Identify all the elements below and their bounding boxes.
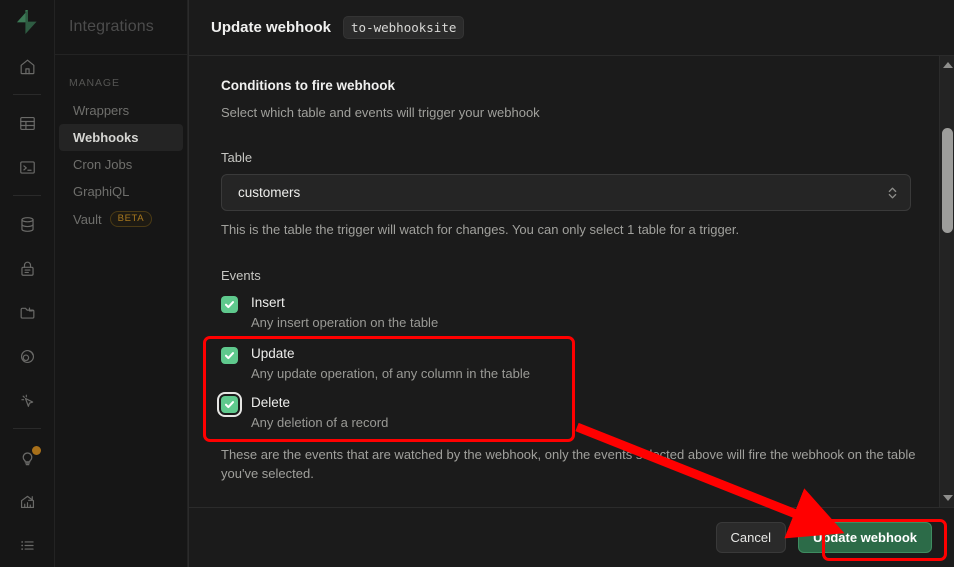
rail-divider — [13, 195, 41, 196]
sidebar-item-label: GraphiQL — [73, 184, 130, 199]
event-description: Any deletion of a record — [251, 414, 389, 430]
event-description: Any update operation, of any column in t… — [251, 365, 530, 381]
triangle-down-icon — [942, 495, 953, 501]
event-description: Any insert operation on the table — [251, 314, 439, 330]
realtime-icon[interactable] — [0, 378, 55, 422]
section-title: Conditions to fire webhook — [221, 78, 395, 93]
sidebar-item-graphiql[interactable]: GraphiQL — [59, 178, 183, 205]
storage-icon[interactable] — [0, 290, 55, 334]
sidebar-item-label: Cron Jobs — [73, 157, 133, 172]
insert-checkbox[interactable] — [221, 295, 238, 313]
secondary-sidebar: Integrations MANAGE Wrappers Webhooks Cr… — [55, 0, 188, 567]
beta-badge: BETA — [109, 211, 153, 227]
sidebar-item-webhooks[interactable]: Webhooks — [59, 124, 183, 151]
table-editor-icon[interactable] — [0, 101, 55, 145]
dialog-footer: Cancel Update webhook — [189, 507, 954, 567]
update-webhook-dialog: Update webhook to-webhooksite Conditions… — [188, 0, 954, 567]
event-row-insert: Insert Any insert operation on the table — [221, 294, 930, 330]
section-subtitle: Select which table and events will trigg… — [221, 105, 540, 120]
event-name: Delete — [251, 394, 291, 410]
dialog-body: Conditions to fire webhook Select which … — [189, 56, 954, 507]
advisors-badge-dot — [31, 446, 41, 455]
page-title: Update webhook — [211, 19, 332, 36]
primary-nav-rail — [0, 0, 55, 567]
sidebar-item-label: Vault — [73, 211, 102, 227]
rail-icon-list — [0, 44, 54, 567]
events-field-label: Events — [221, 267, 261, 283]
home-icon[interactable] — [0, 44, 55, 88]
cancel-button[interactable]: Cancel — [715, 522, 786, 553]
table-field-label: Table — [221, 150, 253, 165]
sidebar-item-vault[interactable]: Vault BETA — [59, 205, 183, 233]
table-select-value: customers — [238, 185, 301, 200]
rail-divider — [13, 428, 41, 429]
sidebar-item-cron-jobs[interactable]: Cron Jobs — [59, 151, 183, 178]
scrollbar-thumb[interactable] — [942, 128, 953, 233]
update-webhook-button[interactable]: Update webhook — [797, 522, 932, 553]
sidebar-item-wrappers[interactable]: Wrappers — [59, 97, 183, 124]
edge-functions-icon[interactable] — [0, 334, 55, 378]
dialog-header: Update webhook to-webhooksite — [189, 0, 954, 56]
update-checkbox[interactable] — [221, 346, 238, 364]
reports-icon[interactable] — [0, 479, 55, 523]
event-name: Update — [251, 345, 295, 361]
dialog-scrollbar[interactable] — [939, 56, 954, 507]
rail-divider — [13, 94, 41, 95]
table-help-text: This is the table the trigger will watch… — [221, 222, 740, 237]
table-select[interactable]: customers — [221, 174, 911, 211]
database-icon[interactable] — [0, 202, 55, 246]
supabase-logo[interactable] — [0, 0, 55, 44]
sidebar-item-label: Webhooks — [73, 130, 139, 145]
sidebar-body: MANAGE Wrappers Webhooks Cron Jobs Graph… — [55, 55, 187, 233]
scroll-down-button[interactable] — [940, 491, 954, 505]
delete-checkbox[interactable] — [221, 395, 238, 413]
sidebar-section-manage: MANAGE — [69, 77, 120, 89]
logs-icon[interactable] — [0, 523, 55, 567]
event-row-update: Update Any update operation, of any colu… — [221, 345, 930, 381]
event-row-delete: Delete Any deletion of a record — [221, 394, 930, 430]
advisors-icon[interactable] — [0, 435, 55, 479]
webhook-name-chip: to-webhooksite — [343, 16, 465, 39]
events-help-text: These are the events that are watched by… — [221, 446, 916, 481]
sidebar-title: Integrations — [55, 0, 187, 55]
event-name: Insert — [251, 294, 285, 310]
scroll-up-button[interactable] — [940, 58, 954, 72]
sql-editor-icon[interactable] — [0, 145, 55, 189]
chevron-updown-icon — [887, 185, 898, 201]
auth-icon[interactable] — [0, 246, 55, 290]
triangle-up-icon — [942, 62, 953, 68]
sidebar-item-label: Wrappers — [73, 103, 130, 118]
app-root: Integrations MANAGE Wrappers Webhooks Cr… — [0, 0, 954, 567]
